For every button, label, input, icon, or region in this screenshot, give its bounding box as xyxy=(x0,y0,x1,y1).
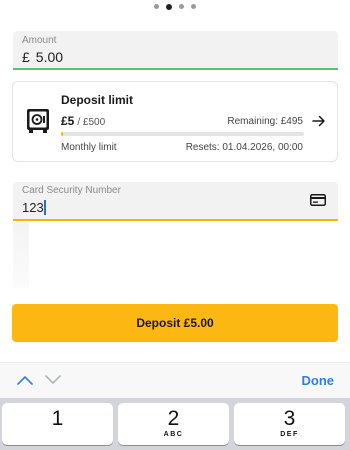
page-dot-active[interactable] xyxy=(166,3,172,10)
amount-value[interactable]: 5.00 xyxy=(36,49,63,65)
safe-icon xyxy=(27,109,49,133)
key-number: 2 xyxy=(167,407,180,430)
limit-progress-bar xyxy=(61,132,304,136)
divider xyxy=(13,222,29,288)
page-dot[interactable] xyxy=(191,4,196,9)
limit-total: / £500 xyxy=(77,117,106,128)
limit-period: Monthly limit xyxy=(61,142,117,153)
card-security-field[interactable]: Card Security Number 123 xyxy=(13,182,338,221)
key-number: 3 xyxy=(283,407,296,430)
credit-card-icon xyxy=(310,194,326,206)
deposit-limit-title: Deposit limit xyxy=(61,93,134,107)
key-letters: ABC xyxy=(163,431,184,438)
limit-used-amount: £5/ £500 xyxy=(61,114,105,128)
done-button[interactable]: Done xyxy=(302,373,335,388)
deposit-button[interactable]: Deposit £5.00 xyxy=(12,304,338,342)
limit-remaining: Remaining: £495 xyxy=(227,116,303,127)
limit-progress-fill xyxy=(61,132,64,136)
currency-symbol: £ xyxy=(22,49,30,65)
key-1[interactable]: 1 xyxy=(2,403,113,445)
amount-label: Amount xyxy=(22,35,57,46)
card-security-label: Card Security Number xyxy=(22,185,121,196)
card-security-value[interactable]: 123 xyxy=(22,200,44,215)
limit-used-value: £5 xyxy=(61,114,75,128)
deposit-limit-card[interactable]: Deposit limit £5/ £500 Remaining: £495 M… xyxy=(12,81,338,162)
page-dot[interactable] xyxy=(154,4,159,9)
limit-reset-date: Resets: 01.04.2026, 00:00 xyxy=(185,142,303,153)
text-caret xyxy=(44,200,47,215)
arrow-right-icon[interactable] xyxy=(312,114,326,128)
keyboard-toolbar: Done xyxy=(0,362,350,398)
amount-field[interactable]: Amount £ 5.00 xyxy=(13,31,338,70)
key-3[interactable]: 3 DEF xyxy=(234,403,345,445)
page-dot[interactable] xyxy=(179,4,184,9)
key-number: 1 xyxy=(51,407,64,430)
key-letters: DEF xyxy=(280,431,299,438)
chevron-up-icon[interactable] xyxy=(17,375,33,385)
key-2[interactable]: 2 ABC xyxy=(118,403,229,445)
page-indicator xyxy=(0,3,350,12)
chevron-down-icon[interactable] xyxy=(45,375,61,385)
numeric-keypad: 1 2 ABC 3 DEF xyxy=(0,398,350,450)
